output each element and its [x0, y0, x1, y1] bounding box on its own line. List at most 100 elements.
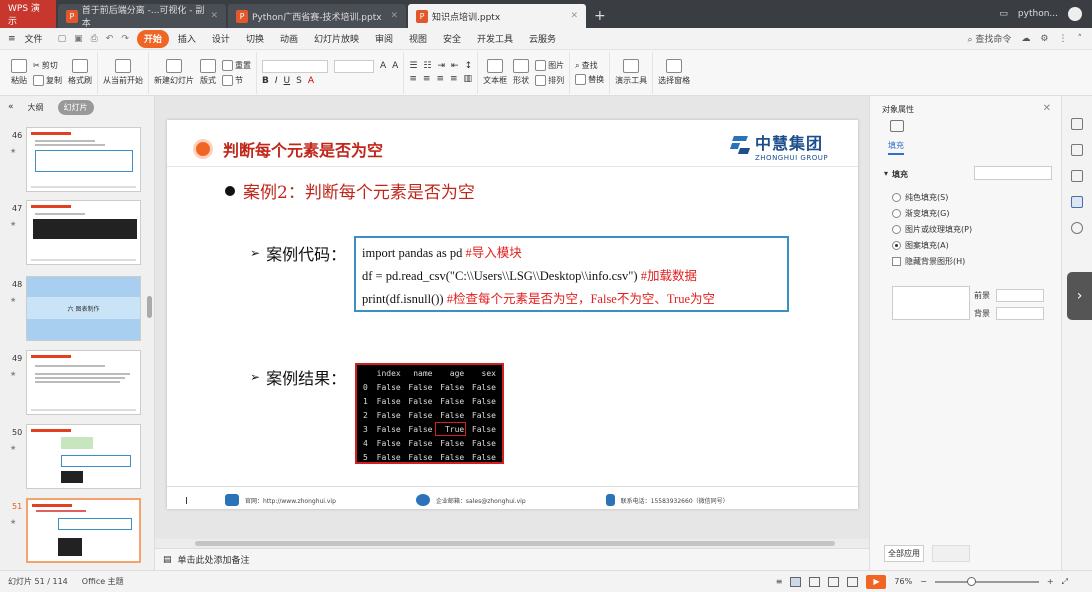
fill-bucket-icon[interactable]: [890, 120, 904, 132]
find-button[interactable]: ⌕ 查找: [575, 60, 604, 71]
fill-option-picture[interactable]: 图片或纹理填充(P): [892, 224, 972, 235]
code-label[interactable]: ➢ 案例代码：: [250, 241, 346, 265]
thumbnail-scrollbar[interactable]: [147, 296, 152, 318]
pattern-preview[interactable]: [892, 286, 970, 320]
justify-icon[interactable]: ≡: [450, 74, 458, 84]
print-icon[interactable]: ⎙: [91, 34, 98, 44]
bold-button[interactable]: B: [262, 76, 269, 86]
save-icon[interactable]: ▣: [74, 34, 83, 44]
checkbox[interactable]: [892, 257, 901, 266]
menu-cloud[interactable]: 云服务: [522, 30, 563, 48]
fill-option-gradient[interactable]: 渐变填充(G): [892, 208, 949, 219]
font-color-icon[interactable]: A: [308, 76, 314, 86]
underline-button[interactable]: U: [284, 76, 291, 86]
format-painter-button[interactable]: 格式刷: [68, 59, 92, 86]
menu-security[interactable]: 安全: [436, 30, 468, 48]
radio-button[interactable]: [892, 209, 901, 218]
panel-title[interactable]: 对象属性: [882, 104, 914, 115]
notes-toggle-icon[interactable]: ≡: [776, 577, 783, 586]
presenter-tools-button[interactable]: 演示工具: [615, 59, 647, 86]
hamburger-icon[interactable]: ≡: [8, 34, 16, 44]
tab-slides[interactable]: 幻灯片: [57, 99, 94, 115]
redo-icon[interactable]: ↷: [121, 34, 129, 44]
new-slide-button[interactable]: 新建幻灯片: [154, 59, 194, 86]
menu-slideshow[interactable]: 幻灯片放映: [307, 30, 366, 48]
menu-transition[interactable]: 切换: [239, 30, 271, 48]
font-size-select[interactable]: [334, 59, 374, 73]
bullet-list-icon[interactable]: ☰: [409, 61, 417, 71]
menu-insert[interactable]: 插入: [171, 30, 203, 48]
close-tab-icon[interactable]: ✕: [570, 11, 578, 21]
menu-animation[interactable]: 动画: [273, 30, 305, 48]
properties-icon[interactable]: [1071, 196, 1083, 208]
search-command[interactable]: ⌕ 查找命令: [967, 32, 1011, 45]
more-icon[interactable]: ⋮: [1059, 34, 1068, 44]
hide-background-option[interactable]: 隐藏背景图形(H): [892, 256, 965, 267]
radio-button[interactable]: [892, 193, 901, 202]
align-right-icon[interactable]: ≡: [436, 74, 444, 84]
tab-fill[interactable]: 填充: [888, 140, 904, 155]
reset-button[interactable]: 重置: [222, 59, 251, 71]
apply-all-button[interactable]: 全部应用: [884, 545, 924, 562]
scrollbar-thumb[interactable]: [195, 541, 835, 546]
menu-file[interactable]: 文件: [18, 30, 50, 48]
result-image[interactable]: index name age sex 0 False False False False…: [355, 363, 504, 464]
background-color[interactable]: 背景: [974, 307, 1044, 320]
radio-button[interactable]: [892, 225, 901, 234]
zoom-slider[interactable]: [934, 576, 1039, 586]
section-button[interactable]: 节: [222, 74, 251, 86]
case-bullet[interactable]: 案例2：判断每个元素是否为空: [225, 178, 475, 203]
fill-section-header[interactable]: ▾ 填充: [884, 169, 908, 180]
doc-tab-1[interactable]: P 首于前后端分离 -...可视化 - 副本 ✕: [58, 4, 226, 29]
foreground-select[interactable]: [996, 289, 1044, 302]
thumbnail-item[interactable]: 50 ★: [0, 424, 150, 492]
outdent-icon[interactable]: ⇤: [451, 61, 459, 71]
fill-type-dropdown[interactable]: [974, 166, 1052, 180]
zoom-out-button[interactable]: −: [920, 577, 927, 586]
radio-button-selected[interactable]: [892, 241, 901, 250]
grow-font-icon[interactable]: A: [380, 61, 386, 71]
shrink-font-icon[interactable]: A: [392, 61, 398, 71]
zoom-in-button[interactable]: +: [1047, 577, 1054, 586]
arrange-button[interactable]: 排列: [535, 74, 564, 86]
doc-tab-3[interactable]: P 知识点培训.pptx ✕: [408, 4, 586, 28]
fill-option-solid[interactable]: 纯色填充(S): [892, 192, 948, 203]
slide-title[interactable]: 判断每个元素是否为空: [223, 137, 383, 161]
expand-panel-button[interactable]: ›: [1067, 272, 1092, 320]
strikethrough-icon[interactable]: S: [296, 76, 302, 86]
collapse-ribbon-icon[interactable]: ˄: [1078, 34, 1083, 44]
notes-area[interactable]: ▤ 单击此处添加备注: [155, 548, 869, 570]
doc-tab-2[interactable]: P Python广西省赛-技术培训.pptx ✕: [228, 4, 406, 28]
cloud-icon[interactable]: ☁: [1021, 34, 1030, 44]
menu-review[interactable]: 审阅: [368, 30, 400, 48]
columns-icon[interactable]: ▥: [464, 74, 473, 84]
share-icon[interactable]: [1071, 144, 1083, 156]
thumbnail-item[interactable]: 46 ★: [0, 127, 150, 195]
select-pane-button[interactable]: 选择窗格: [658, 59, 690, 86]
font-family-select[interactable]: [262, 59, 328, 73]
fill-option-pattern[interactable]: 图案填充(A): [892, 240, 949, 251]
zoom-level[interactable]: 76%: [894, 577, 912, 586]
shape-button[interactable]: 形状: [513, 59, 530, 86]
close-icon[interactable]: ✕: [1043, 103, 1051, 114]
thumbnail-item[interactable]: 48 ★ 六 图表制作: [0, 276, 150, 344]
horizontal-scrollbar[interactable]: [155, 539, 869, 548]
textbox-button[interactable]: 文本框: [483, 59, 507, 86]
user-name[interactable]: python...: [1018, 9, 1058, 19]
menu-view[interactable]: 视图: [402, 30, 434, 48]
copy-button[interactable]: 复制: [33, 74, 62, 86]
italic-button[interactable]: I: [275, 76, 278, 86]
gear-icon[interactable]: ⚙: [1040, 34, 1048, 44]
tab-outline[interactable]: 大纲: [22, 100, 50, 115]
undo-icon[interactable]: ↶: [106, 34, 114, 44]
menu-home[interactable]: 开始: [136, 29, 169, 48]
brush-icon[interactable]: [1071, 170, 1083, 182]
line-spacing-icon[interactable]: ↕: [465, 61, 473, 71]
background-select[interactable]: [996, 307, 1044, 320]
normal-view-icon[interactable]: [790, 576, 802, 587]
picture-button[interactable]: 图片: [535, 59, 564, 71]
menu-design[interactable]: 设计: [205, 30, 237, 48]
code-box[interactable]: import pandas as pd #导入模块 df = pd.read_c…: [354, 236, 789, 312]
shape-style-icon[interactable]: [1071, 118, 1083, 130]
slide[interactable]: 判断每个元素是否为空 中慧集团 ZHONGHUI GROUP 案例2：判断每个元…: [167, 120, 858, 509]
